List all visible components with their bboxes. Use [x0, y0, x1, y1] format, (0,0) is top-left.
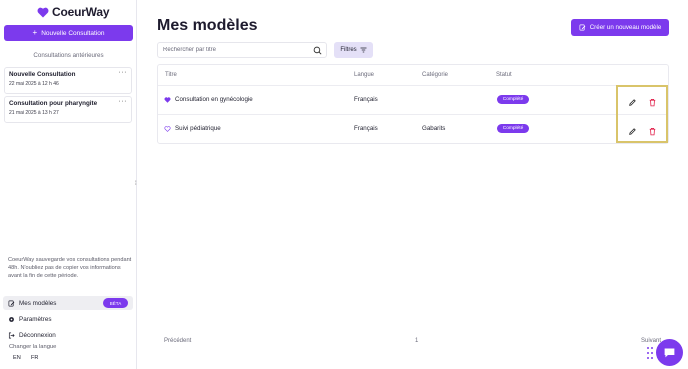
column-header-title[interactable]: Titre	[165, 72, 177, 78]
header-divider	[158, 85, 668, 86]
menu-item-logout[interactable]: Déconnexion	[3, 328, 133, 342]
template-title: Suivi pédiatrique	[175, 125, 221, 132]
heart-logo-icon	[37, 7, 49, 18]
chat-bubble-icon	[664, 348, 675, 358]
column-header-status[interactable]: Statut	[496, 72, 512, 78]
consultation-date: 21 mai 2025 à 13 h 27	[9, 110, 59, 116]
search-bar	[157, 42, 327, 58]
app-name: CoeurWay	[52, 5, 110, 19]
delete-icon[interactable]	[648, 123, 657, 136]
edit-document-icon	[8, 300, 15, 306]
edit-icon[interactable]	[628, 123, 637, 135]
status-badge: Complété	[497, 124, 529, 133]
beta-badge: BÊTA	[103, 298, 128, 308]
column-header-category[interactable]: Catégorie	[422, 72, 448, 78]
filters-button[interactable]: Filtres	[334, 42, 373, 58]
filters-label: Filtres	[340, 47, 357, 53]
template-language: Français	[354, 125, 378, 132]
create-template-label: Créer un nouveau modèle	[589, 24, 662, 31]
plus-icon: +	[32, 28, 38, 37]
consultation-date: 22 mai 2025 à 12 h 46	[9, 81, 59, 87]
heart-outline-icon[interactable]	[164, 125, 171, 132]
search-icon[interactable]	[313, 46, 322, 55]
new-consultation-button[interactable]: + Nouvelle Consultation	[4, 25, 133, 41]
template-category: Gabarits	[422, 125, 446, 132]
create-template-button[interactable]: Créer un nouveau modèle	[571, 19, 669, 36]
column-header-language[interactable]: Langue	[354, 72, 374, 78]
more-options-icon[interactable]: ···	[119, 98, 128, 105]
previous-page-button[interactable]: Précédent	[164, 338, 191, 344]
drag-grip-icon[interactable]	[646, 346, 654, 360]
retention-note: CoeurWay sauvegarde vos consultations pe…	[8, 257, 132, 280]
gear-icon	[9, 316, 14, 322]
consultation-card[interactable]: Nouvelle Consultation 22 mai 2025 à 12 h…	[4, 67, 132, 94]
row-actions-highlight	[616, 85, 668, 143]
table-row-title[interactable]: Consultation en gynécologie	[164, 96, 253, 103]
menu-item-settings-label: Paramètres	[19, 315, 52, 323]
menu-item-settings[interactable]: Paramètres	[3, 312, 133, 326]
logout-icon	[8, 332, 15, 338]
heart-filled-icon[interactable]	[164, 96, 171, 103]
search-input[interactable]	[163, 47, 303, 53]
filter-icon	[360, 47, 367, 53]
consultation-title: Consultation pour pharyngite	[9, 100, 98, 107]
page-title: Mes modèles	[157, 17, 258, 34]
new-document-icon	[579, 24, 586, 31]
template-language: Français	[354, 96, 378, 103]
sidebar-resize-handle[interactable]: ⁞	[135, 181, 137, 187]
previous-consultations-heading: Consultations antérieures	[33, 52, 104, 59]
menu-item-models-label: Mes modèles	[19, 299, 57, 307]
language-option-en[interactable]: EN	[13, 355, 21, 361]
templates-table: Titre Langue Catégorie Statut Consultati…	[157, 64, 669, 144]
menu-item-models[interactable]: Mes modèles BÊTA	[3, 296, 133, 310]
edit-icon[interactable]	[628, 94, 637, 106]
chat-button[interactable]	[656, 339, 683, 366]
delete-icon[interactable]	[648, 94, 657, 107]
status-badge: Complété	[497, 95, 529, 104]
template-title: Consultation en gynécologie	[175, 96, 253, 103]
more-options-icon[interactable]: ···	[119, 69, 128, 76]
language-option-fr[interactable]: FR	[31, 355, 38, 361]
table-row-title[interactable]: Suivi pédiatrique	[164, 125, 221, 132]
new-consultation-label: Nouvelle Consultation	[41, 29, 105, 37]
change-language-label: Changer la langue	[9, 344, 57, 350]
row-divider	[158, 114, 668, 115]
page-number: 1	[415, 338, 419, 344]
consultation-title: Nouvelle Consultation	[9, 71, 76, 78]
sidebar: CoeurWay + Nouvelle Consultation Consult…	[0, 0, 137, 369]
consultation-card[interactable]: Consultation pour pharyngite 21 mai 2025…	[4, 96, 132, 123]
menu-item-logout-label: Déconnexion	[19, 331, 56, 339]
logo: CoeurWay	[37, 5, 110, 19]
